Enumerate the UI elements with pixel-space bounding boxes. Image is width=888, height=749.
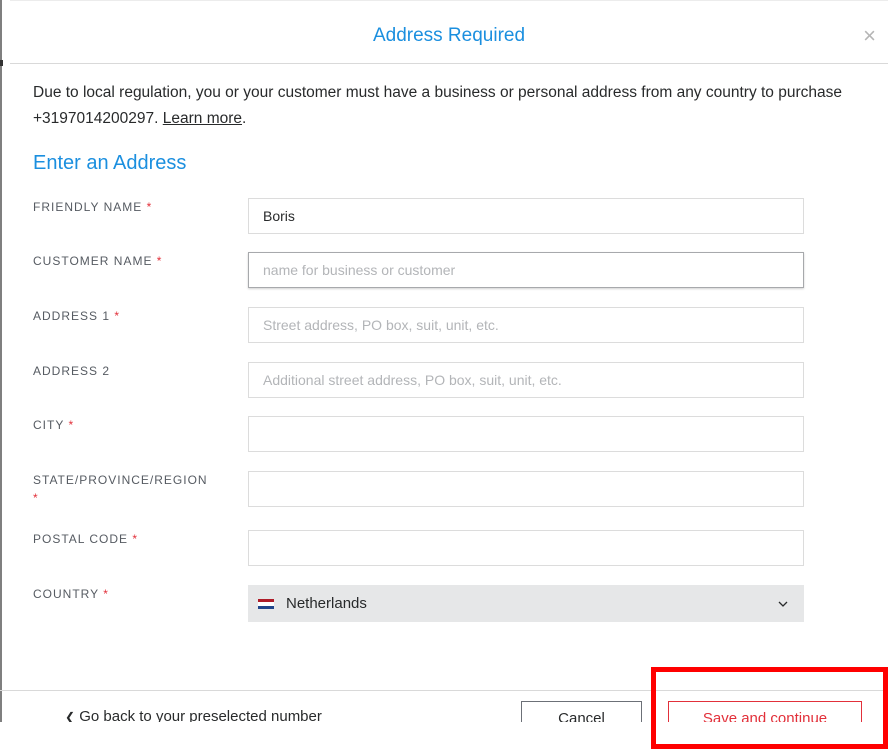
customer-name-label: CUSTOMER NAME *	[33, 252, 233, 270]
intro-period: .	[242, 110, 247, 127]
address-2-label-text: ADDRESS 2	[33, 364, 111, 378]
viewport-clip	[0, 722, 888, 749]
address-2-label: ADDRESS 2	[33, 362, 233, 380]
friendly-name-label: FRIENDLY NAME *	[33, 198, 233, 216]
state-label: STATE/PROVINCE/REGION *	[33, 471, 233, 507]
city-label: CITY *	[33, 416, 233, 434]
section-title: Enter an Address	[33, 152, 187, 174]
required-marker: *	[33, 491, 39, 505]
country-select[interactable]: Netherlands	[248, 585, 804, 622]
required-marker: *	[68, 418, 75, 432]
window-edge-mark	[0, 60, 3, 66]
intro-message: Due to local regulation, you or your cus…	[33, 84, 842, 127]
window-edge	[0, 0, 2, 722]
country-label-text: COUNTRY	[33, 587, 99, 601]
customer-name-input[interactable]	[248, 252, 804, 288]
postal-code-label: POSTAL CODE *	[33, 530, 233, 548]
friendly-name-label-text: FRIENDLY NAME	[33, 200, 143, 214]
country-value: Netherlands	[286, 595, 367, 612]
state-label-text: STATE/PROVINCE/REGION	[33, 473, 208, 487]
friendly-name-input[interactable]	[248, 198, 804, 234]
dialog-title: Address Required	[372, 25, 526, 46]
postal-code-label-text: POSTAL CODE	[33, 532, 129, 546]
address-2-input[interactable]	[248, 362, 804, 398]
postal-code-input[interactable]	[248, 530, 804, 566]
intro-text: Due to local regulation, you or your cus…	[33, 80, 853, 132]
country-label: COUNTRY *	[33, 585, 233, 603]
learn-more-link[interactable]: Learn more	[163, 110, 242, 127]
required-marker: *	[114, 309, 121, 323]
state-input[interactable]	[248, 471, 804, 507]
customer-name-label-text: CUSTOMER NAME	[33, 254, 153, 268]
address-1-input[interactable]	[248, 307, 804, 343]
netherlands-flag-icon	[258, 599, 274, 609]
dialog-header: Address Required ×	[10, 0, 888, 64]
required-marker: *	[156, 254, 163, 268]
city-label-text: CITY	[33, 418, 65, 432]
required-marker: *	[103, 587, 109, 601]
required-marker: *	[132, 532, 139, 546]
address-1-label-text: ADDRESS 1	[33, 309, 111, 323]
chevron-down-icon	[778, 601, 788, 607]
close-icon[interactable]: ×	[863, 25, 876, 47]
city-input[interactable]	[248, 416, 804, 452]
required-marker: *	[146, 200, 153, 214]
address-1-label: ADDRESS 1 *	[33, 307, 233, 325]
